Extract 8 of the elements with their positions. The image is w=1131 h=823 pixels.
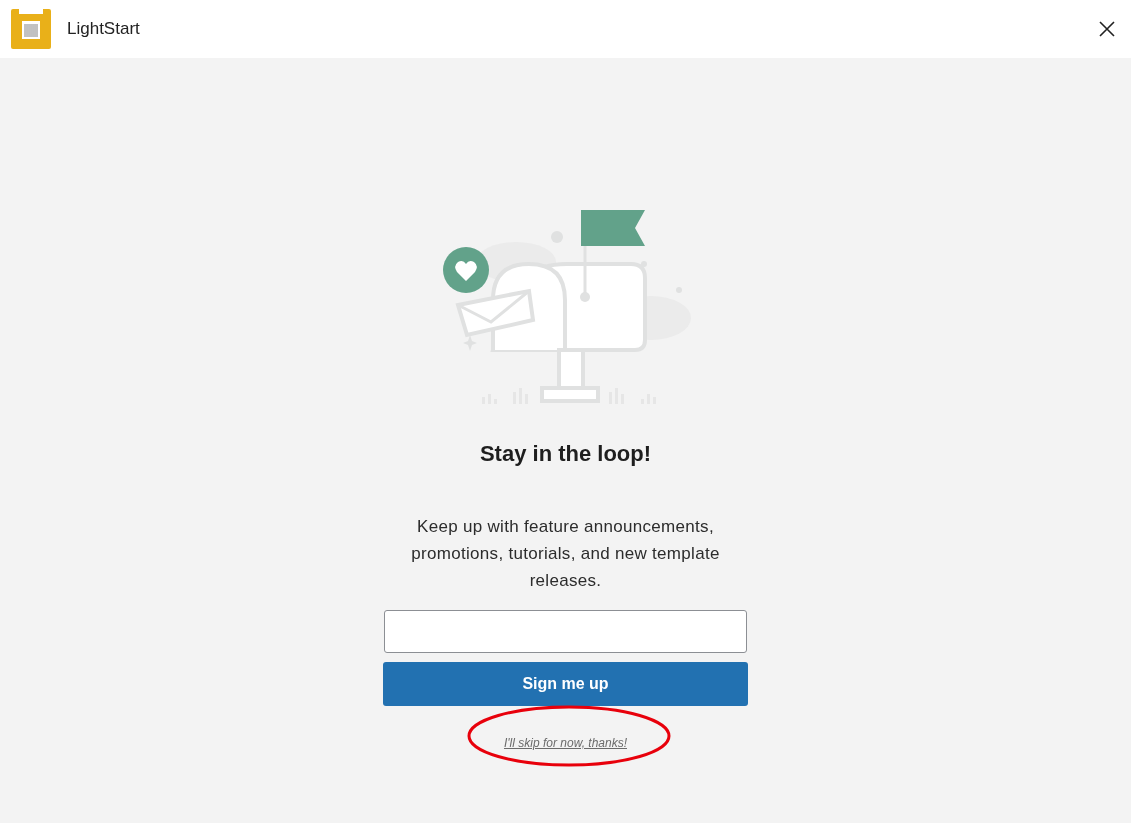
email-field[interactable]: [384, 610, 747, 653]
window-title: LightStart: [67, 18, 140, 41]
sign-up-button[interactable]: Sign me up: [383, 662, 748, 706]
app-logo-icon: [11, 9, 51, 49]
skip-link[interactable]: I'll skip for now, thanks!: [504, 736, 627, 750]
heading: Stay in the loop!: [479, 440, 652, 468]
close-icon[interactable]: [1099, 21, 1115, 37]
description: Keep up with feature announcements, promotions, tutorials, and new template releases.: [410, 516, 721, 592]
